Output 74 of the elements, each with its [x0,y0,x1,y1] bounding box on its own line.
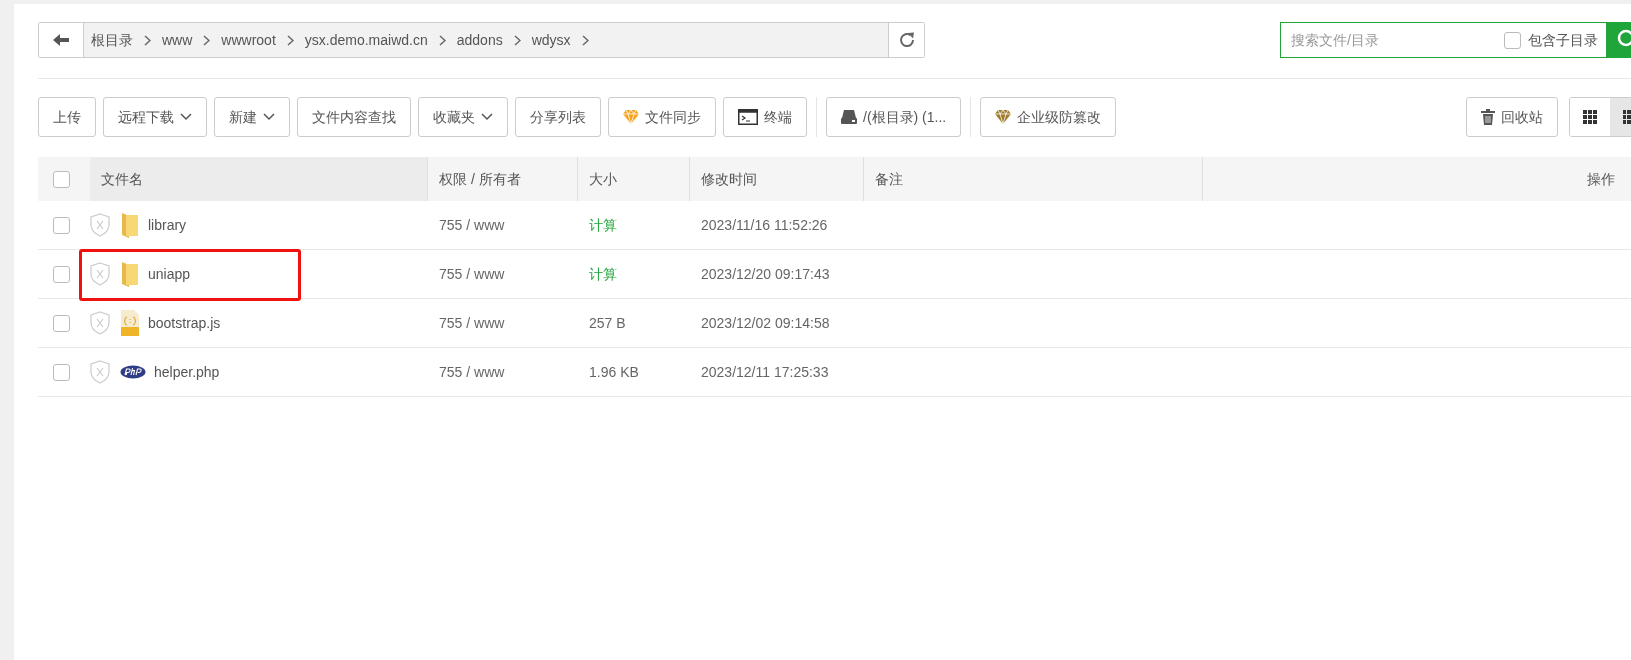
table-cell: 755 / www [439,363,505,380]
shield-icon [90,360,110,384]
caret-icon [180,113,192,121]
trash-icon [1481,109,1495,125]
chevron-icon [581,34,589,46]
toolbar-button[interactable]: 文件内容查找 [297,97,411,137]
chevron-icon [286,34,294,46]
terminal-icon [738,109,758,125]
shield-icon [90,311,110,335]
file-name-link[interactable]: library [148,214,187,236]
toolbar-button[interactable]: 上传 [38,97,96,137]
back-button[interactable] [39,23,84,57]
row-checkbox[interactable] [53,216,70,234]
search-box[interactable]: 搜索文件/目录 包含子目录 [1280,22,1607,58]
toolbar-button[interactable]: 分享列表 [515,97,601,137]
toolbar-button[interactable]: 文件同步 [608,97,716,137]
column-header[interactable]: 权限 / 所有者 [439,168,521,190]
caret-icon [263,113,275,121]
column-header[interactable]: 修改时间 [701,168,757,190]
checkbox-label: 包含子目录 [1528,30,1598,50]
drive-icon [841,110,857,124]
table-cell: 755 / www [439,265,505,282]
select-all-checkbox[interactable] [53,170,70,188]
toolbar-button[interactable]: 收藏夹 [418,97,508,137]
toolbar-button[interactable]: 企业级防篡改 [980,97,1117,137]
table-cell: 2023/12/20 09:17:43 [701,265,830,282]
caret-icon [481,113,493,121]
column-header[interactable]: 文件名 [101,168,143,190]
toolbar-button[interactable]: 新建 [214,97,290,137]
toolbar-button[interactable]: /(根目录) (1... [826,97,962,137]
breadcrumb-link[interactable]: www [162,29,193,51]
table-cell: 2023/12/02 09:14:58 [701,314,830,331]
chevron-icon [144,34,151,46]
checkbox[interactable] [1504,31,1521,49]
breadcrumb-link[interactable]: wwwroot [221,29,276,51]
grid-icon [1583,110,1597,124]
php-logo-icon [120,365,146,379]
shield-icon [90,213,110,237]
table-row[interactable]: uniapp 755 / www 计算 2023/12/20 09:17:43 [38,250,1631,299]
toolbar-button[interactable]: 终端 [723,97,807,137]
row-checkbox[interactable] [53,363,70,381]
table-cell: 755 / www [439,216,505,233]
column-header[interactable]: 操作 [1587,168,1615,190]
column-header[interactable]: 备注 [875,168,903,190]
row-checkbox[interactable] [53,265,70,283]
recycle-bin-button[interactable]: 回收站 [1466,97,1558,137]
table-cell: 2023/12/11 17:25:33 [701,363,829,380]
breadcrumb-link[interactable]: ysx.demo.maiwd.cn [304,29,428,51]
breadcrumb-link[interactable]: addons [456,29,503,51]
column-header[interactable]: 大小 [589,168,617,190]
table-cell: 755 / www [439,314,505,331]
folder-icon [120,212,140,238]
file-name-link[interactable]: bootstrap.js [148,312,221,334]
file-name-link[interactable]: uniapp [148,263,191,285]
table-cell: 2023/11/16 11:52:26 [701,216,828,233]
chevron-icon [513,34,521,46]
shield-icon [90,262,110,286]
file-name-link[interactable]: helper.php [154,361,220,383]
toolbar-button[interactable]: 远程下载 [103,97,207,137]
folder-icon [120,261,140,287]
code-file-icon [120,310,140,336]
refresh-icon [897,31,916,49]
table-row[interactable]: helper.php 755 / www 1.96 KB 2023/12/11 17:25:33 [38,348,1631,397]
breadcrumb-link[interactable]: 根目录 [91,29,133,51]
chevron-icon [438,34,446,46]
table-cell: 1.96 KB [589,363,639,380]
table-row[interactable]: bootstrap.js 755 / www 257 B 2023/12/02 09:14:58 [38,299,1631,348]
row-checkbox[interactable] [53,314,70,332]
back-arrow-icon [53,34,69,46]
breadcrumb-link[interactable]: wdysx [531,29,571,51]
refresh-button[interactable] [888,23,924,57]
chevron-icon [203,34,211,46]
table-cell: 257 B [589,314,626,331]
table-row[interactable]: library 755 / www 计算 2023/11/16 11:52:26 [38,201,1631,250]
